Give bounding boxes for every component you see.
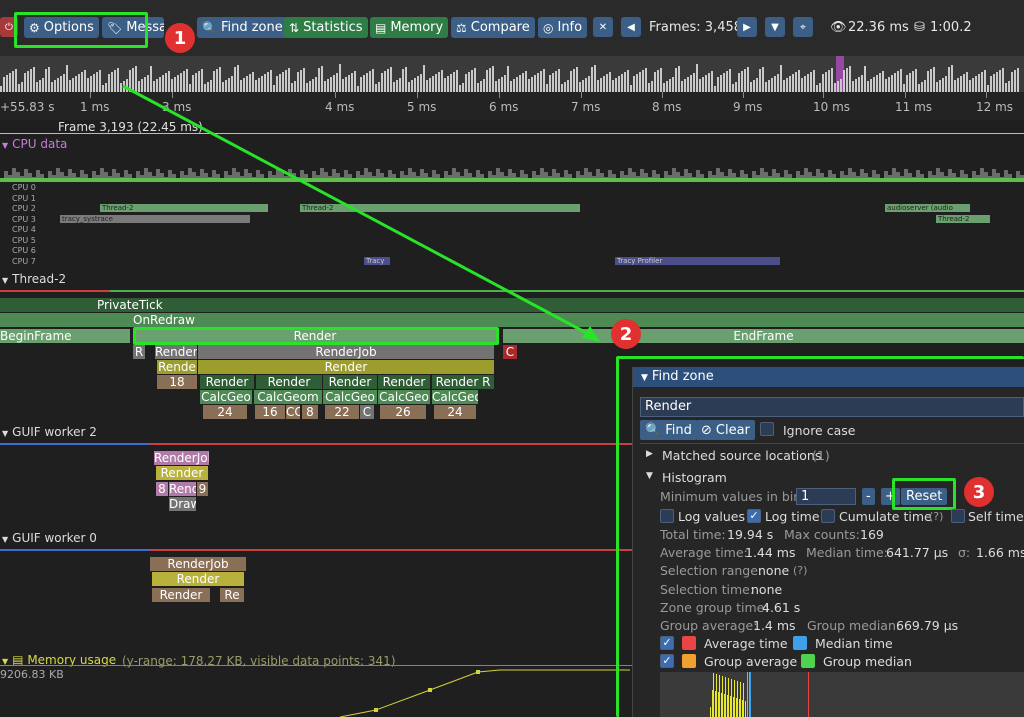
matched-source-label[interactable]: Matched source locations bbox=[662, 448, 821, 463]
zone-group-value: 4.61 s bbox=[762, 600, 801, 615]
log-time-label: Log time bbox=[765, 509, 820, 524]
group-avg-value: 1.4 ms bbox=[753, 618, 796, 633]
median-time-value: 641.77 μs bbox=[886, 545, 949, 560]
selection-range-label: Selection range: bbox=[660, 563, 763, 578]
log-values-label: Log values bbox=[678, 509, 745, 524]
selection-time-label: Selection time: bbox=[660, 582, 755, 597]
decrement-button[interactable]: - bbox=[862, 488, 875, 505]
selection-range-help[interactable]: (?) bbox=[793, 564, 807, 577]
ban-icon: ⊘ bbox=[701, 422, 712, 438]
find-button[interactable]: 🔍 Find bbox=[640, 420, 697, 440]
median-time-label: Median time: bbox=[806, 545, 888, 560]
expand-arrow-icon[interactable]: ▶ bbox=[646, 449, 653, 459]
selection-range-value: none bbox=[758, 563, 790, 578]
group-median-swatch bbox=[801, 654, 815, 668]
matched-count: (1) bbox=[812, 448, 830, 463]
max-counts-label: Max counts: bbox=[784, 527, 860, 542]
group-median-legend: Group median bbox=[823, 654, 912, 669]
group-avg-label: Group average: bbox=[660, 618, 758, 633]
sigma-value: 1.66 ms bbox=[976, 545, 1024, 560]
search-icon: 🔍 bbox=[645, 422, 662, 438]
median-time-swatch bbox=[793, 636, 807, 650]
sigma-label: σ: bbox=[958, 545, 971, 560]
group-avg-swatch bbox=[682, 654, 696, 668]
callout-2: 2 bbox=[611, 319, 641, 349]
collapse-arrow-icon: ▼ bbox=[641, 373, 648, 383]
self-time-label: Self time bbox=[968, 509, 1024, 524]
group-avg-legend: Group average bbox=[704, 654, 798, 669]
self-time-checkbox[interactable] bbox=[951, 509, 965, 523]
log-values-checkbox[interactable] bbox=[660, 509, 674, 523]
callout-3: 3 bbox=[964, 477, 994, 507]
avg-time-legend: Average time bbox=[704, 636, 788, 651]
min-values-label: Minimum values in bin: bbox=[660, 489, 806, 504]
max-counts-value: 169 bbox=[860, 527, 884, 542]
zone-histogram[interactable] bbox=[660, 672, 1024, 717]
avg-time-swatch bbox=[682, 636, 696, 650]
histogram-bar bbox=[744, 701, 746, 717]
cumulate-time-checkbox[interactable] bbox=[821, 509, 835, 523]
group-median-label: Group median: bbox=[807, 618, 901, 633]
ignore-case-checkbox[interactable] bbox=[760, 422, 774, 436]
ignore-case-label: Ignore case bbox=[783, 423, 856, 438]
clear-button[interactable]: ⊘ Clear bbox=[696, 420, 755, 440]
zone-search-input[interactable]: Render bbox=[640, 397, 1024, 417]
avg-time-label: Average time: bbox=[660, 545, 748, 560]
histogram-label[interactable]: Histogram bbox=[662, 470, 727, 485]
selection-time-value: none bbox=[751, 582, 783, 597]
log-time-checkbox[interactable]: ✓ bbox=[747, 509, 761, 523]
histogram-marker bbox=[750, 672, 751, 717]
zone-group-label: Zone group time: bbox=[660, 600, 769, 615]
histogram-marker bbox=[747, 672, 748, 717]
find-zone-header[interactable]: ▼ Find zone bbox=[633, 367, 1024, 387]
find-zone-title: Find zone bbox=[651, 369, 714, 384]
avg-time-checkbox[interactable]: ✓ bbox=[660, 636, 674, 650]
group-median-value: 669.79 μs bbox=[896, 618, 959, 633]
min-values-input[interactable]: 1 bbox=[796, 488, 856, 505]
median-time-legend: Median time bbox=[815, 636, 893, 651]
clear-label: Clear bbox=[715, 422, 750, 438]
divider bbox=[640, 443, 1024, 444]
group-avg-checkbox[interactable]: ✓ bbox=[660, 654, 674, 668]
avg-time-value: 1.44 ms bbox=[745, 545, 796, 560]
total-time-value: 19.94 s bbox=[727, 527, 774, 542]
histogram-marker bbox=[808, 672, 809, 717]
cumulate-time-label: Cumulate time bbox=[839, 509, 932, 524]
reset-highlight bbox=[892, 478, 956, 510]
cumulate-help[interactable]: (?) bbox=[929, 510, 943, 523]
collapse-arrow-icon[interactable]: ▼ bbox=[646, 471, 653, 481]
total-time-label: Total time: bbox=[660, 527, 726, 542]
find-label: Find bbox=[665, 422, 692, 438]
